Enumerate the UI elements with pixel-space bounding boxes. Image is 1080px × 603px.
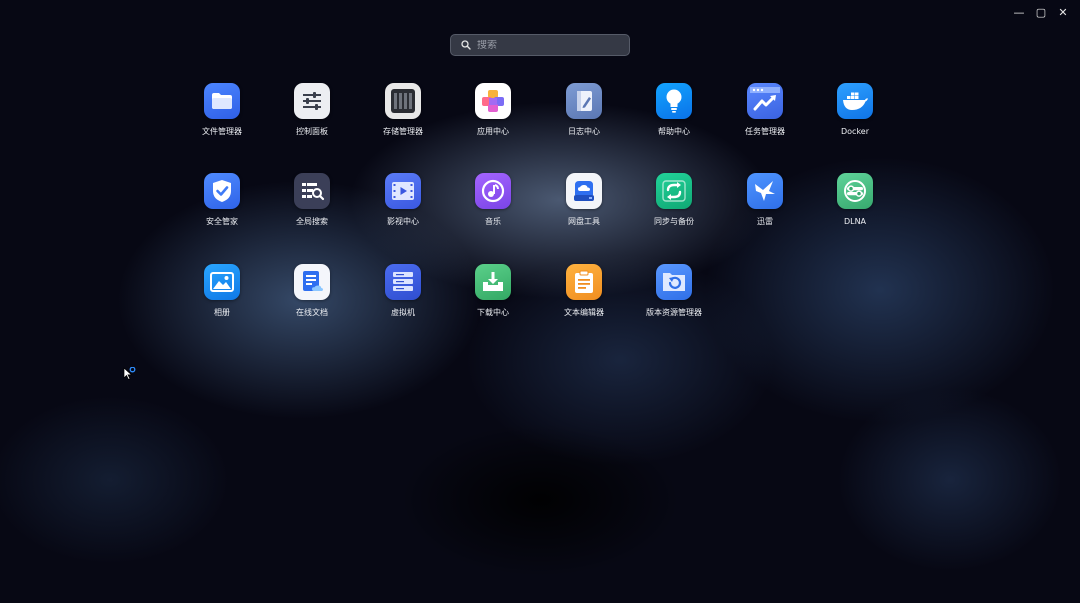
photo-icon	[204, 264, 240, 300]
app-text-editor[interactable]: 文本编辑器	[539, 264, 629, 318]
app-sync-backup[interactable]: 同步与备份	[629, 173, 719, 227]
app-control-panel[interactable]: 控制面板	[267, 83, 357, 137]
lightbulb-icon	[656, 83, 692, 119]
app-label: 版本资源管理器	[646, 308, 702, 317]
app-label: 文本编辑器	[564, 308, 604, 317]
app-label: 安全管家	[206, 217, 238, 226]
trend-chart-icon	[747, 83, 783, 119]
app-label: 存储管理器	[383, 127, 423, 136]
app-cube-icon	[475, 83, 511, 119]
app-xunlei[interactable]: 迅雷	[720, 173, 810, 227]
maximize-button[interactable]: ▢	[1032, 6, 1050, 20]
app-download-center[interactable]: 下载中心	[448, 264, 538, 318]
app-label: 相册	[214, 308, 230, 317]
app-video-center[interactable]: 影视中心	[358, 173, 448, 227]
version-folder-icon	[656, 264, 692, 300]
app-label: 帮助中心	[658, 127, 690, 136]
app-global-search[interactable]: 全局搜索	[267, 173, 357, 227]
app-label: 同步与备份	[654, 217, 694, 226]
window-controls: — ▢ ✕	[1010, 6, 1072, 20]
search-list-icon	[294, 173, 330, 209]
app-dlna[interactable]: DLNA	[810, 173, 900, 227]
app-label: 任务管理器	[745, 127, 785, 136]
download-tray-icon	[475, 264, 511, 300]
app-label: 文件管理器	[202, 127, 242, 136]
search-input[interactable]	[477, 39, 629, 51]
online-doc-icon	[294, 264, 330, 300]
app-photos[interactable]: 相册	[177, 264, 267, 318]
app-task-manager[interactable]: 任务管理器	[720, 83, 810, 137]
app-log-center[interactable]: 日志中心	[539, 83, 629, 137]
app-label: 虚拟机	[391, 308, 415, 317]
dlna-icon	[837, 173, 873, 209]
app-cloud-drive-tool[interactable]: 网盘工具	[539, 173, 629, 227]
app-label: 网盘工具	[568, 217, 600, 226]
folder-icon	[204, 83, 240, 119]
minimize-button[interactable]: —	[1010, 6, 1028, 20]
app-label: 全局搜索	[296, 217, 328, 226]
clipboard-icon	[566, 264, 602, 300]
thunder-bird-icon	[747, 173, 783, 209]
search-bar[interactable]	[450, 34, 630, 56]
shield-check-icon	[204, 173, 240, 209]
app-label: 应用中心	[477, 127, 509, 136]
sliders-icon	[294, 83, 330, 119]
busy-cursor-icon	[123, 367, 136, 380]
app-label: 下载中心	[477, 308, 509, 317]
app-storage-manager[interactable]: 存储管理器	[358, 83, 448, 137]
app-security-guard[interactable]: 安全管家	[177, 173, 267, 227]
log-book-icon	[566, 83, 602, 119]
app-help-center[interactable]: 帮助中心	[629, 83, 719, 137]
app-label: 迅雷	[757, 217, 773, 226]
sync-icon	[656, 173, 692, 209]
app-label: 控制面板	[296, 127, 328, 136]
search-icon	[461, 40, 471, 50]
music-note-icon	[475, 173, 511, 209]
app-file-manager[interactable]: 文件管理器	[177, 83, 267, 137]
app-version-explorer[interactable]: 版本资源管理器	[629, 264, 719, 318]
app-label: 影视中心	[387, 217, 419, 226]
close-button[interactable]: ✕	[1054, 6, 1072, 20]
app-label: DLNA	[843, 217, 867, 226]
app-music[interactable]: 音乐	[448, 173, 538, 227]
app-label: Docker	[840, 127, 869, 136]
app-label: 在线文档	[296, 308, 328, 317]
app-app-center[interactable]: 应用中心	[448, 83, 538, 137]
app-docker[interactable]: Docker	[810, 83, 900, 137]
app-label: 日志中心	[568, 127, 600, 136]
film-play-icon	[385, 173, 421, 209]
server-icon	[385, 264, 421, 300]
app-online-docs[interactable]: 在线文档	[267, 264, 357, 318]
drive-bays-icon	[385, 83, 421, 119]
docker-whale-icon	[837, 83, 873, 119]
cloud-drive-icon	[566, 173, 602, 209]
app-label: 音乐	[485, 217, 501, 226]
app-virtual-machine[interactable]: 虚拟机	[358, 264, 448, 318]
